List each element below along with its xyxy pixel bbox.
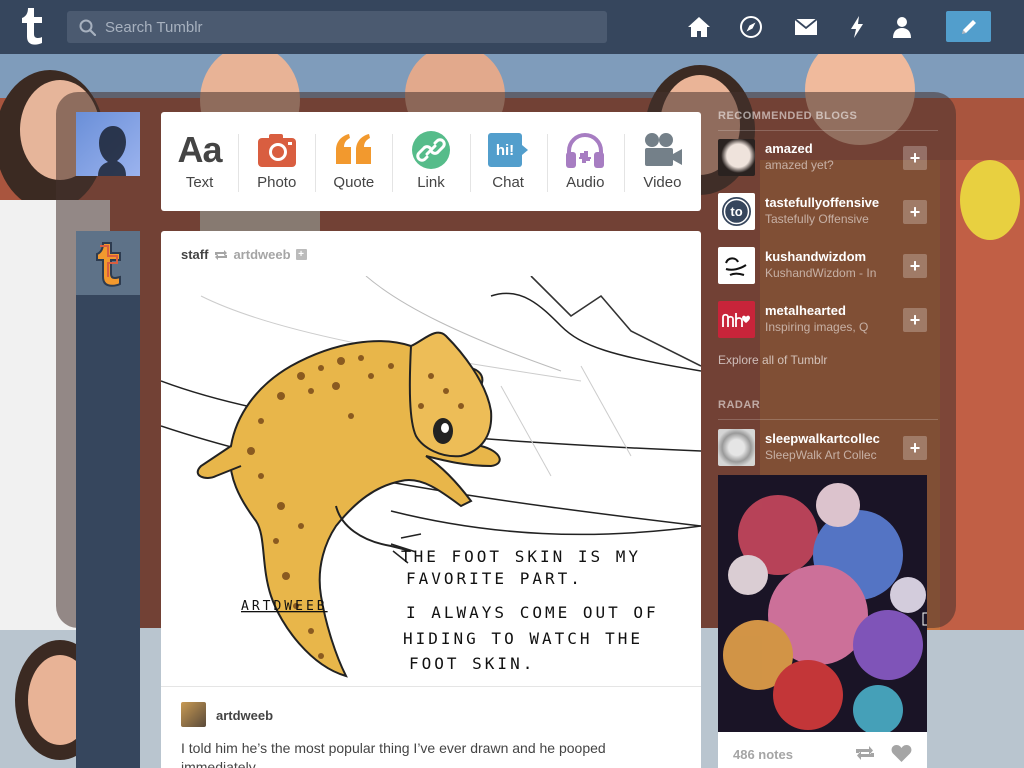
reblog-icon[interactable]: [854, 745, 876, 761]
silhouette-icon: [98, 126, 126, 176]
heart-icon[interactable]: [891, 744, 912, 763]
source-avatar[interactable]: [181, 702, 206, 727]
post-artwork[interactable]: ARTDWEEB THE FOOT SKIN IS MY FAVORITE PA…: [161, 276, 701, 686]
post-quote-label: Quote: [333, 174, 375, 191]
post-video-label: Video: [643, 174, 682, 191]
headphones-icon: [565, 130, 605, 170]
radar-post-footer: 486 notes: [718, 732, 927, 768]
radar-blog-name[interactable]: sleepwalkartcollec: [765, 431, 895, 446]
search-input[interactable]: Search Tumblr: [67, 11, 607, 43]
radar-avatar[interactable]: [718, 429, 755, 466]
art-line-1: THE FOOT SKIN IS MY: [401, 547, 641, 566]
blog-name[interactable]: kushandwizdom: [765, 249, 895, 264]
blog-avatar[interactable]: [718, 139, 755, 176]
link-icon: [411, 130, 450, 170]
top-navbar: Search Tumblr: [0, 0, 1024, 54]
quote-icon: [334, 130, 374, 170]
recommended-blog-item[interactable]: metalhearted Inspiring images, Q +: [718, 301, 928, 341]
dashboard-post: staff artdweeb + ARTDWEEB THE FOOT SKIN …: [161, 231, 701, 768]
blog-name[interactable]: amazed: [765, 141, 895, 156]
post-photo-label: Photo: [257, 174, 297, 191]
blog-avatar[interactable]: [718, 247, 755, 284]
follow-button[interactable]: +: [903, 436, 927, 460]
mh-logo-icon: [722, 313, 750, 327]
art-line-2: FAVORITE PART.: [406, 569, 583, 588]
compass-icon[interactable]: [739, 15, 763, 39]
art-line-5: FOOT SKIN.: [409, 654, 535, 673]
svg-text:hi!: hi!: [496, 142, 514, 159]
radar-post-image[interactable]: [718, 475, 927, 732]
art-line-3: I ALWAYS COME OUT OF: [406, 603, 659, 622]
sidebar-divider: [718, 419, 938, 420]
follow-plus-icon[interactable]: +: [295, 249, 307, 260]
blog-title: amazed yet?: [765, 158, 834, 172]
blog-title: Tastefully Offensive: [765, 212, 869, 226]
video-camera-icon: [642, 130, 683, 170]
camera-icon: [257, 130, 296, 170]
svg-text:to: to: [730, 204, 742, 219]
blog-title: Inspiring images, Q: [765, 320, 869, 334]
recommended-blog-item[interactable]: to tastefullyoffensive Tastefully Offens…: [718, 193, 928, 233]
radar-blog-title: SleepWalk Art Collec: [765, 448, 877, 462]
to-logo-icon: to: [722, 197, 751, 226]
tumblr-logo-icon[interactable]: [17, 8, 47, 46]
search-placeholder: Search Tumblr: [105, 18, 203, 36]
home-icon[interactable]: [687, 15, 711, 39]
radar-blog-item[interactable]: sleepwalkartcollec SleepWalk Art Collec …: [718, 429, 928, 469]
staff-avatar[interactable]: [76, 231, 140, 295]
blog-name[interactable]: tastefullyoffensive: [765, 195, 895, 210]
source-username[interactable]: artdweeb: [233, 247, 290, 262]
follow-button[interactable]: +: [903, 146, 927, 170]
post-audio-button[interactable]: Audio: [546, 112, 624, 211]
compose-button[interactable]: [946, 11, 991, 42]
post-chat-label: Chat: [492, 174, 524, 191]
mail-icon[interactable]: [794, 15, 818, 39]
post-link-label: Link: [417, 174, 445, 191]
radar-title: RADAR: [718, 399, 761, 411]
post-text-label: Text: [185, 174, 214, 191]
blog-title: KushandWizdom - In: [765, 266, 877, 280]
follow-button[interactable]: +: [903, 308, 927, 332]
reblogger-username[interactable]: staff: [181, 247, 208, 262]
text-icon: Aa: [177, 129, 223, 170]
post-divider: [161, 686, 701, 687]
script-logo-icon: [725, 257, 747, 276]
post-quote-button[interactable]: Quote: [315, 112, 392, 211]
account-icon[interactable]: [890, 15, 914, 39]
lightning-icon[interactable]: [845, 15, 869, 39]
explore-link[interactable]: Explore all of Tumblr: [718, 353, 827, 367]
post-text-button[interactable]: Aa Text: [161, 112, 238, 211]
follow-button[interactable]: +: [903, 200, 927, 224]
blog-avatar[interactable]: to: [718, 193, 755, 230]
post-link-button[interactable]: Link: [392, 112, 469, 211]
recommended-blog-item[interactable]: kushandwizdom KushandWizdom - In +: [718, 247, 928, 287]
tumblr-staff-logo-icon: [96, 242, 121, 287]
pencil-icon: [961, 19, 976, 34]
post-caption: I told him he’s the most popular thing I…: [181, 740, 606, 768]
sidebar-divider: [718, 130, 938, 131]
post-chat-button[interactable]: hi! Chat: [469, 112, 547, 211]
blog-avatar[interactable]: [718, 301, 755, 338]
reblog-icon: [215, 249, 228, 260]
art-signature: ARTDWEEB: [241, 599, 328, 614]
recommended-blogs-title: RECOMMENDED BLOGS: [718, 110, 858, 122]
art-line-4: HIDING TO WATCH THE: [403, 629, 643, 648]
recommended-blog-item[interactable]: amazed amazed yet? +: [718, 139, 928, 179]
post-photo-button[interactable]: Photo: [238, 112, 315, 211]
caption-username[interactable]: artdweeb: [216, 708, 273, 723]
chat-icon: hi!: [488, 130, 529, 170]
user-avatar[interactable]: [76, 112, 140, 176]
follow-button[interactable]: +: [903, 254, 927, 278]
post-header: staff artdweeb +: [181, 247, 307, 262]
post-type-bar: Aa Text Photo Quote Link hi! Chat Audio …: [161, 112, 701, 211]
blog-name[interactable]: metalhearted: [765, 303, 895, 318]
notes-count[interactable]: 486 notes: [733, 747, 793, 762]
post-audio-label: Audio: [566, 174, 605, 191]
post-avatar-rail: [76, 231, 140, 768]
post-video-button[interactable]: Video: [623, 112, 701, 211]
search-icon: [79, 19, 96, 36]
